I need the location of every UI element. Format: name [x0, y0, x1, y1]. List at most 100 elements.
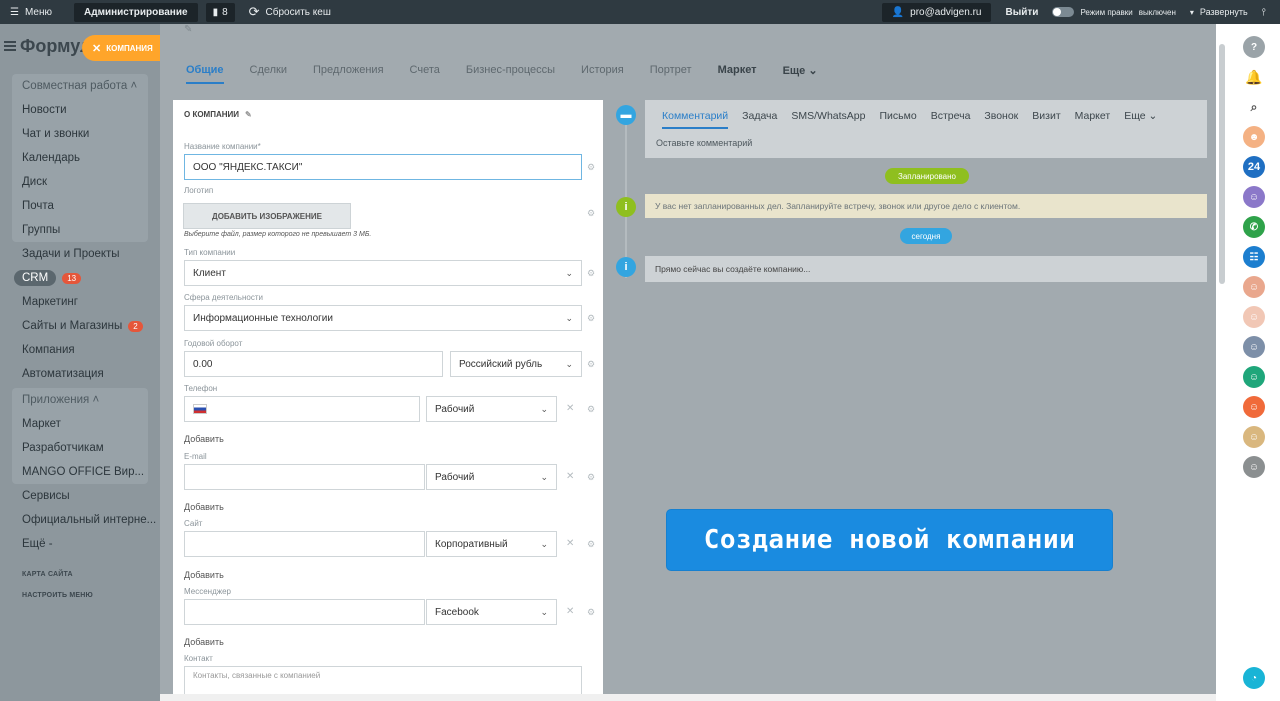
logout-link[interactable]: Выйти: [1005, 7, 1038, 18]
sidebar-item-company[interactable]: Компания: [0, 338, 160, 362]
gear-icon[interactable]: ⚙: [587, 404, 595, 415]
company-type-select[interactable]: Клиент ⌄: [184, 260, 582, 286]
remove-icon[interactable]: ✕: [566, 538, 574, 549]
tab-market[interactable]: Маркет: [718, 64, 757, 84]
revenue-input[interactable]: 0.00: [184, 351, 443, 377]
sitemap-link[interactable]: КАРТА САЙТА: [0, 564, 160, 585]
user-avatar-icon[interactable]: ☺: [1243, 276, 1265, 298]
sidebar-item-calendar[interactable]: Календарь: [12, 146, 148, 170]
add-messenger-link[interactable]: Добавить: [184, 637, 224, 647]
tab-portrait[interactable]: Портрет: [650, 64, 692, 84]
search-icon[interactable]: ⌕: [1243, 96, 1265, 118]
bell-icon[interactable]: 🔔: [1243, 66, 1265, 88]
add-phone-link[interactable]: Добавить: [184, 434, 224, 444]
group-avatar-icon[interactable]: ☻: [1243, 126, 1265, 148]
russia-flag-icon[interactable]: [193, 404, 207, 414]
user-email-button[interactable]: 👤 pro@advigen.ru: [881, 2, 992, 22]
sidebar-item-disk[interactable]: Диск: [12, 170, 148, 194]
expand-button[interactable]: ▾ Развернуть: [1190, 7, 1248, 17]
sidebar-item-more[interactable]: Ещё -: [0, 532, 160, 556]
email-input[interactable]: [184, 464, 425, 490]
sidebar-item-sites[interactable]: Сайты и Магазины 2: [0, 314, 160, 338]
site-input[interactable]: [184, 531, 425, 557]
sidebar-item-automation[interactable]: Автоматизация: [0, 362, 160, 386]
main-scrollbar[interactable]: [1216, 24, 1228, 701]
admin-button[interactable]: Администрирование: [74, 2, 198, 22]
tab-deals[interactable]: Сделки: [250, 64, 288, 84]
user-avatar-icon[interactable]: ☺: [1243, 186, 1265, 208]
tl-tab-sms[interactable]: SMS/WhatsApp: [791, 110, 865, 129]
sidebar-item-mango[interactable]: MANGO OFFICE Вир...: [12, 460, 148, 484]
reset-cache-button[interactable]: ⟳ Сбросить кеш: [249, 4, 331, 20]
gear-icon[interactable]: ⚙: [587, 359, 595, 370]
add-email-link[interactable]: Добавить: [184, 502, 224, 512]
tab-general[interactable]: Общие: [186, 64, 224, 84]
add-site-link[interactable]: Добавить: [184, 570, 224, 580]
sidebar-item-market[interactable]: Маркет: [12, 412, 148, 436]
sidebar-item-crm[interactable]: CRM 13: [0, 266, 160, 290]
contacts-field[interactable]: Контакты, связанные с компанией: [184, 666, 582, 694]
rights-mode-toggle[interactable]: Режим правки выключен: [1052, 7, 1176, 17]
gear-icon[interactable]: ⚙: [587, 208, 595, 219]
gear-icon[interactable]: ⚙: [587, 607, 595, 618]
menu-button[interactable]: ☰ Меню: [0, 0, 62, 24]
sidebar-group-header[interactable]: Приложения ˄: [12, 388, 148, 412]
tab-more[interactable]: Еще ⌄: [783, 64, 818, 84]
sidebar-item-official[interactable]: Официальный интерне...: [0, 508, 160, 532]
sidebar-item-services[interactable]: Сервисы: [0, 484, 160, 508]
user-avatar-icon[interactable]: ☺: [1243, 396, 1265, 418]
sidebar-item-news[interactable]: Новости: [12, 98, 148, 122]
site-type-select[interactable]: Корпоративный ⌄: [426, 531, 557, 557]
phone-input[interactable]: [184, 396, 420, 422]
tl-tab-visit[interactable]: Визит: [1032, 110, 1060, 129]
phone-type-select[interactable]: Рабочий ⌄: [426, 396, 557, 422]
notes-counter-button[interactable]: ▮ 8: [205, 2, 235, 22]
tl-tab-task[interactable]: Задача: [742, 110, 777, 129]
tab-business-processes[interactable]: Бизнес-процессы: [466, 64, 555, 84]
user-avatar-icon[interactable]: ☺: [1243, 456, 1265, 478]
help-icon[interactable]: ?: [1243, 36, 1265, 58]
sphere-select[interactable]: Информационные технологии ⌄: [184, 305, 582, 331]
sidebar-group-header[interactable]: Совместная работа ˄: [12, 74, 148, 98]
user-avatar-icon[interactable]: ☺: [1243, 426, 1265, 448]
currency-select[interactable]: Российский рубль ⌄: [450, 351, 582, 377]
sidebar-item-developers[interactable]: Разработчикам: [12, 436, 148, 460]
tl-tab-letter[interactable]: Письмо: [880, 110, 917, 129]
tl-tab-comment[interactable]: Комментарий: [662, 110, 729, 129]
user-avatar-icon[interactable]: ☺: [1243, 306, 1265, 328]
tl-tab-meeting[interactable]: Встреча: [931, 110, 971, 129]
gear-icon[interactable]: ⚙: [587, 162, 595, 173]
remove-icon[interactable]: ✕: [566, 403, 574, 414]
sidebar-item-marketing[interactable]: Маркетинг: [0, 290, 160, 314]
gear-icon[interactable]: ⚙: [587, 472, 595, 483]
email-type-select[interactable]: Рабочий ⌄: [426, 464, 557, 490]
tab-history[interactable]: История: [581, 64, 624, 84]
tl-tab-market[interactable]: Маркет: [1075, 110, 1111, 129]
open-lines-icon[interactable]: ◔: [1243, 667, 1265, 689]
sidebar-item-groups[interactable]: Группы: [12, 218, 148, 242]
gear-icon[interactable]: ⚙: [587, 539, 595, 550]
messenger-input[interactable]: [184, 599, 425, 625]
phone-icon[interactable]: ✆: [1243, 216, 1265, 238]
team-icon[interactable]: ☷: [1243, 246, 1265, 268]
pencil-icon[interactable]: ✎: [245, 110, 252, 119]
pin-icon[interactable]: ⫯: [1262, 7, 1266, 18]
sidebar-item-mail[interactable]: Почта: [12, 194, 148, 218]
messenger-type-select[interactable]: Facebook ⌄: [426, 599, 557, 625]
bitrix24-icon[interactable]: 24: [1243, 156, 1265, 178]
tl-tab-call[interactable]: Звонок: [984, 110, 1018, 129]
company-slider-tag[interactable]: ✕ КОМПАНИЯ: [82, 35, 160, 61]
sidebar-item-tasks[interactable]: Задачи и Проекты: [0, 242, 160, 266]
setup-menu-link[interactable]: НАСТРОИТЬ МЕНЮ: [0, 585, 160, 606]
add-image-button[interactable]: ДОБАВИТЬ ИЗОБРАЖЕНИЕ: [183, 203, 351, 229]
company-name-input[interactable]: ООО "ЯНДЕКС.ТАКСИ": [184, 154, 582, 180]
remove-icon[interactable]: ✕: [566, 471, 574, 482]
gear-icon[interactable]: ⚙: [587, 268, 595, 279]
tab-quotes[interactable]: Предложения: [313, 64, 384, 84]
gear-icon[interactable]: ⚙: [587, 313, 595, 324]
remove-icon[interactable]: ✕: [566, 606, 574, 617]
user-avatar-icon[interactable]: ☺: [1243, 366, 1265, 388]
user-avatar-icon[interactable]: ☺: [1243, 336, 1265, 358]
sidebar-item-chat[interactable]: Чат и звонки: [12, 122, 148, 146]
pencil-icon[interactable]: ✎: [184, 24, 192, 35]
